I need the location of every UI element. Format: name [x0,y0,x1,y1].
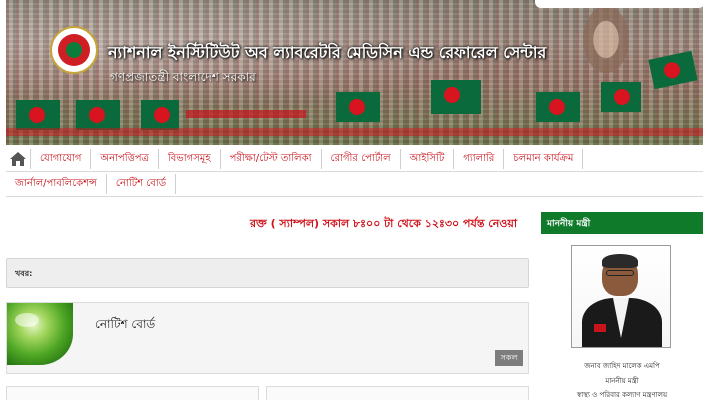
nav-test-list[interactable]: পরীক্ষা/টেস্ট তালিকা [221,149,322,169]
banner-red-stripe [6,128,703,136]
news-ticker: খবর: [6,258,529,288]
notice-board-panel: নোটিশ বোর্ড সকল [6,302,529,374]
flag-icon [336,92,380,122]
minister-heading: মাননীয় মন্ত্রী [541,212,703,234]
site-title[interactable]: ন্যাশনাল ইনস্টিটিউট অব ল্যাবরেটরি মেডিসি… [108,40,546,67]
flag-icon [141,100,179,130]
minister-role: মাননীয় মন্ত্রী [605,377,639,385]
minister-name: জনাব জাহিদ মালেক এমপি [584,362,660,370]
seal-green-core [66,42,82,58]
notice-board-title: নোটিশ বোর্ড [95,317,156,331]
nav-journal-publications[interactable]: জার্নাল/পাবলিকেশন্স [6,174,107,194]
flag-icon [536,92,580,122]
main-nav: যোগাযোগ অনাপত্তিপত্র বিভাগসমূহ পরীক্ষা/ট… [6,147,703,197]
photo-hair [602,254,638,268]
header-banner: ন্যাশনাল ইনস্টিটিউট অব ল্যাবরেটরি মেডিসি… [6,0,703,145]
globe-icon [7,303,73,365]
nav-gallery[interactable]: গ্যালারি [454,149,505,169]
home-icon[interactable] [6,148,30,170]
seal-red-disc [58,34,90,66]
photo-pocket-square [594,324,606,332]
bottom-panel-left [6,386,259,400]
nav-no-objection[interactable]: অনাপত্তিপত্র [91,149,159,169]
nav-notice-board[interactable]: নোটিশ বোর্ড [107,174,177,194]
nav-ict[interactable]: আইসিটি [401,149,455,169]
flag-icon [16,100,60,130]
nav-ongoing-activities[interactable]: চলমান কার্যক্রম [504,149,584,169]
nav-row-primary: যোগাযোগ অনাপত্তিপত্র বিভাগসমূহ পরীক্ষা/ট… [6,147,703,172]
government-seal-icon[interactable] [50,26,98,74]
marquee-notice[interactable]: রক্ত ( স্যাম্পল) সকাল ৮ঃ০০ টা থেকে ১২ঃ৩০… [250,215,517,234]
globe-shine [15,313,39,327]
flag-icon [601,82,641,112]
bottom-panel-right [266,386,529,400]
minister-photo [571,245,671,348]
site-subtitle: গণপ্রজাতন্ত্রী বাংলাদেশ সরকার [110,70,256,84]
news-label: খবর: [15,269,33,278]
minister-ministry: স্বাস্থ্য ও পরিবার কল্যাণ মন্ত্রণালয় [576,391,668,399]
banner-corner [535,0,703,8]
flag-icon [76,100,120,130]
nav-departments[interactable]: বিভাগসমূহ [159,149,221,169]
photo-glasses [606,270,634,276]
page: ন্যাশনাল ইনস্টিটিউট অব ল্যাবরেটরি মেডিসি… [0,0,725,400]
view-all-button[interactable]: সকল [495,350,523,366]
nav-contact[interactable]: যোগাযোগ [30,149,92,169]
nav-patient-portal[interactable]: রোগীর পোর্টাল [322,149,401,169]
flag-icon [431,80,481,114]
nav-row-secondary: জার্নাল/পাবলিকেশন্স নোটিশ বোর্ড [6,172,703,197]
banner-red-stripe [186,110,306,118]
